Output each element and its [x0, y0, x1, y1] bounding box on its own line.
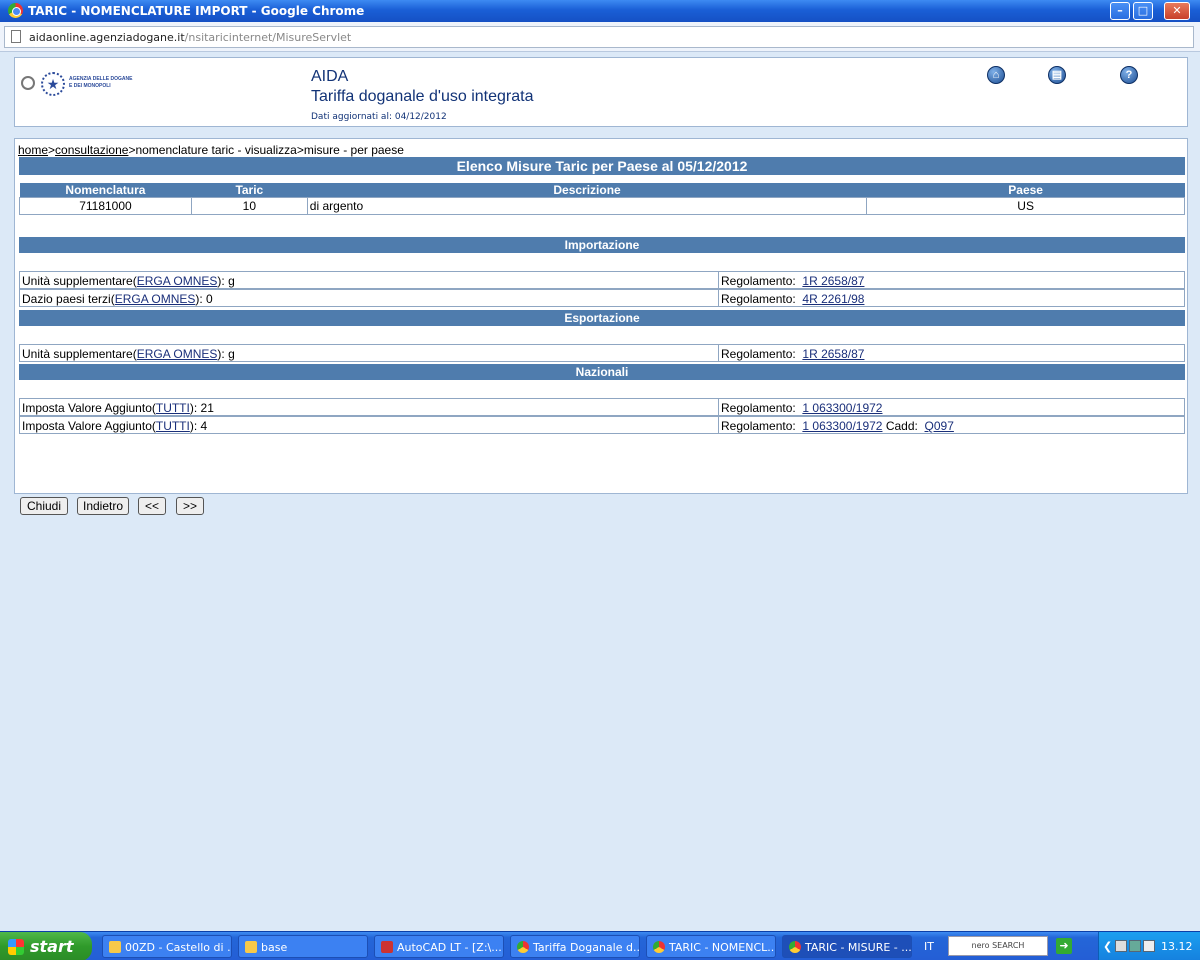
address-bar: aidaonline.agenziadogane.it/nsitaricinte…	[0, 22, 1200, 52]
tutti-link[interactable]: TUTTI	[156, 419, 190, 433]
window-titlebar: TARIC - NOMENCLATURE IMPORT - Google Chr…	[0, 0, 1200, 22]
home-icon[interactable]: ⌂	[987, 66, 1005, 84]
regulation-link[interactable]: 1R 2658/87	[802, 274, 864, 288]
measure-row: Unità supplementare(ERGA OMNES): g Regol…	[19, 344, 1185, 362]
update-date: Dati aggiornati al: 04/12/2012	[311, 112, 447, 122]
tray-expand-icon[interactable]: ❮	[1103, 940, 1112, 953]
tray-monitor-icon[interactable]	[1143, 940, 1155, 952]
measure-row: Imposta Valore Aggiunto(TUTTI): 21 Regol…	[19, 398, 1185, 416]
chrome-icon	[653, 941, 665, 953]
chrome-icon	[8, 3, 23, 18]
maximize-button[interactable]: □	[1133, 2, 1153, 20]
regulation-link[interactable]: 1 063300/1972	[802, 401, 882, 415]
site-header: ★ AGENZIA DELLE DOGANE E DEI MONOPOLI AID…	[14, 57, 1188, 127]
taskbar-item[interactable]: AutoCAD LT - [Z:\...	[374, 935, 504, 958]
page-content: ★ AGENZIA DELLE DOGANE E DEI MONOPOLI AID…	[0, 53, 1200, 931]
agency-logo: ★ AGENZIA DELLE DOGANE E DEI MONOPOLI	[21, 72, 141, 96]
breadcrumb-home-link[interactable]: home	[18, 143, 48, 157]
regulation-link[interactable]: 4R 2261/98	[802, 292, 864, 306]
prev-button[interactable]: <<	[138, 497, 166, 515]
taskbar-item[interactable]: TARIC - NOMENCL...	[646, 935, 776, 958]
erga-omnes-link[interactable]: ERGA OMNES	[115, 292, 196, 306]
tutti-link[interactable]: TUTTI	[156, 401, 190, 415]
cell-nomenclatura: 71181000	[19, 197, 192, 215]
measure-row: Dazio paesi terzi(ERGA OMNES): 0 Regolam…	[19, 289, 1185, 307]
chrome-icon	[517, 941, 529, 953]
next-button[interactable]: >>	[176, 497, 204, 515]
nero-search-box[interactable]: nero SEARCH	[948, 936, 1048, 956]
page-icon	[11, 30, 21, 43]
col-descrizione: Descrizione	[307, 183, 867, 198]
system-tray: ❮ 13.12	[1098, 932, 1200, 960]
col-paese: Paese	[866, 183, 1185, 198]
url-text: aidaonline.agenziadogane.it/nsitaricinte…	[29, 31, 352, 44]
folder-icon	[109, 941, 121, 953]
taskbar-item[interactable]: Tariffa Doganale d...	[510, 935, 640, 958]
clock[interactable]: 13.12	[1161, 940, 1193, 953]
erga-omnes-link[interactable]: ERGA OMNES	[137, 274, 218, 288]
section-nazionali: Nazionali	[19, 364, 1185, 380]
start-button[interactable]: start	[0, 932, 92, 960]
tray-network-icon[interactable]	[1129, 940, 1141, 952]
cell-paese: US	[866, 197, 1185, 215]
app-name: AIDA	[311, 68, 349, 85]
cell-taric: 10	[190, 197, 308, 215]
app-subtitle: Tariffa doganale d'uso integrata	[311, 88, 534, 105]
table-row: 71181000 10 di argento US	[19, 197, 1185, 215]
breadcrumb-rest: >nomenclature taric - visualizza>misure …	[128, 143, 404, 157]
regulation-link[interactable]: 1 063300/1972	[802, 419, 882, 433]
tray-app-icon[interactable]	[1115, 940, 1127, 952]
erga-omnes-link[interactable]: ERGA OMNES	[137, 347, 218, 361]
minimize-button[interactable]: –	[1110, 2, 1130, 20]
folder-icon	[245, 941, 257, 953]
cadd-link[interactable]: Q097	[925, 419, 954, 433]
url-field[interactable]: aidaonline.agenziadogane.it/nsitaricinte…	[4, 26, 1194, 48]
main-panel: home>consultazione>nomenclature taric - …	[14, 138, 1188, 494]
close-window-button[interactable]: ✕	[1164, 2, 1190, 20]
breadcrumb: home>consultazione>nomenclature taric - …	[18, 143, 404, 157]
col-nomenclatura: Nomenclatura	[19, 183, 192, 198]
section-esportazione: Esportazione	[19, 310, 1185, 326]
help-icon[interactable]: ?	[1120, 66, 1138, 84]
measure-row: Unità supplementare(ERGA OMNES): g Regol…	[19, 271, 1185, 289]
star-logo-icon: ★	[41, 72, 65, 96]
section-importazione: Importazione	[19, 237, 1185, 253]
republic-emblem-icon	[21, 76, 35, 90]
print-icon[interactable]: ▤	[1048, 66, 1066, 84]
language-indicator[interactable]: IT	[924, 940, 934, 953]
taskbar-item[interactable]: TARIC - MISURE - ...	[782, 935, 912, 958]
cell-descrizione: di argento	[306, 197, 868, 215]
autocad-icon	[381, 941, 393, 953]
taskbar: start 00ZD - Castello di ... base AutoCA…	[0, 931, 1200, 960]
close-button[interactable]: Chiudi	[20, 497, 68, 515]
chrome-icon	[789, 941, 801, 953]
windows-flag-icon	[8, 939, 24, 955]
breadcrumb-consultazione-link[interactable]: consultazione	[55, 143, 128, 157]
page-title: Elenco Misure Taric per Paese al 05/12/2…	[19, 157, 1185, 175]
measure-row: Imposta Valore Aggiunto(TUTTI): 4 Regola…	[19, 416, 1185, 434]
agency-name: AGENZIA DELLE DOGANE E DEI MONOPOLI	[69, 76, 133, 89]
col-taric: Taric	[191, 183, 308, 198]
taskbar-item[interactable]: base	[238, 935, 368, 958]
window-title: TARIC - NOMENCLATURE IMPORT - Google Chr…	[28, 4, 365, 18]
go-arrow-icon[interactable]: ➜	[1056, 938, 1072, 954]
back-button[interactable]: Indietro	[77, 497, 129, 515]
summary-table: Nomenclatura Taric Descrizione Paese 711…	[19, 183, 1185, 215]
taskbar-item[interactable]: 00ZD - Castello di ...	[102, 935, 232, 958]
regulation-link[interactable]: 1R 2658/87	[802, 347, 864, 361]
